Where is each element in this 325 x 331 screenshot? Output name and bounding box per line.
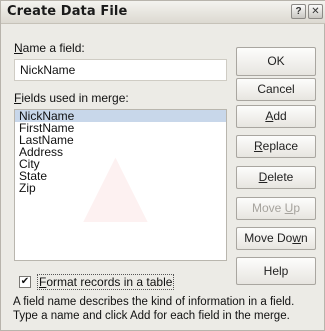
list-item[interactable]: State [15, 170, 226, 182]
close-icon[interactable]: ✕ [308, 4, 323, 19]
format-records-label[interactable]: Format records in a table [37, 274, 175, 290]
format-records-checkbox[interactable]: ✔ [19, 276, 31, 288]
fields-list[interactable]: NickName FirstName LastName Address City Stat… [14, 109, 227, 261]
description-text: A field name describes the kind of infor… [13, 296, 295, 322]
cancel-button[interactable]: Cancel [236, 78, 316, 101]
move-up-button[interactable]: Move Up [236, 197, 316, 220]
add-button[interactable]: Add [236, 105, 316, 128]
list-item[interactable]: Zip [15, 182, 226, 194]
help-icon[interactable]: ? [291, 4, 306, 19]
dialog-title: Create Data File [7, 4, 128, 19]
help-button[interactable]: Help [236, 257, 316, 285]
name-field-input[interactable]: NickName [14, 59, 227, 81]
title-bar[interactable]: Create Data File ? ✕ [1, 1, 325, 24]
name-field-label: Name a field: [14, 41, 85, 55]
move-down-button[interactable]: Move Down [236, 227, 316, 250]
replace-button[interactable]: Replace [236, 135, 316, 158]
delete-button[interactable]: Delete [236, 166, 316, 189]
create-data-file-dialog: Create Data File ? ✕ Name a field: NickN… [0, 0, 325, 331]
ok-button[interactable]: OK [236, 47, 316, 76]
fields-list-label: Fields used in merge: [14, 91, 129, 105]
list-item[interactable]: Address [15, 146, 226, 158]
